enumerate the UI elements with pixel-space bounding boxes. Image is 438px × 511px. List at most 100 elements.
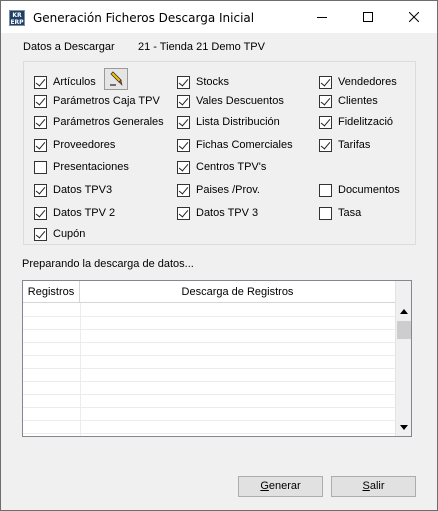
salir-button[interactable]: Salir: [331, 476, 416, 497]
tienda-label: 21 - Tienda 21 Demo TPV: [138, 41, 265, 53]
column-header-registros[interactable]: Registros: [23, 281, 80, 303]
column-divider: [80, 303, 81, 436]
checkbox-box[interactable]: [34, 206, 47, 220]
checkbox-vales-descuentos[interactable]: Vales Descuentos: [177, 93, 284, 109]
grid-row-line: [23, 355, 395, 356]
checkbox-label: Stocks: [196, 76, 230, 88]
title-bar[interactable]: KR ERP Generación Ficheros Descarga Inic…: [1, 1, 437, 33]
column-header-descarga[interactable]: Descarga de Registros: [80, 281, 395, 303]
close-button[interactable]: [391, 1, 437, 33]
checkbox-label: Parámetros Caja TPV: [53, 95, 160, 107]
checkbox-centros-tpv[interactable]: Centros TPV's: [177, 159, 266, 175]
checkbox-proveedores[interactable]: Proveedores: [34, 137, 115, 153]
maximize-icon: [363, 12, 373, 22]
checkbox-documentos[interactable]: Documentos: [319, 182, 400, 198]
checkbox-label: Paises /Prov.: [196, 184, 260, 196]
checkbox-box[interactable]: [34, 160, 47, 174]
scroll-up-button[interactable]: [396, 303, 411, 319]
checkbox-box[interactable]: [34, 94, 47, 108]
salir-mnemonic: S: [362, 480, 370, 492]
checkbox-box[interactable]: [319, 206, 332, 220]
checkbox-clientes[interactable]: Clientes: [319, 93, 378, 109]
status-text: Preparando la descarga de datos...: [22, 258, 194, 270]
checkbox-box[interactable]: [319, 138, 332, 152]
checkbox-box[interactable]: [319, 115, 332, 129]
checkbox-label: Clientes: [338, 95, 378, 107]
checkbox-box[interactable]: [34, 138, 47, 152]
checkbox-tasa[interactable]: Tasa: [319, 205, 361, 221]
checkbox-label: Documentos: [338, 184, 400, 196]
checkbox-label: Presentaciones: [53, 161, 129, 173]
grid-row-line: [23, 381, 395, 382]
checkbox-box[interactable]: [34, 115, 47, 129]
close-icon: [409, 12, 419, 22]
checkbox-label: Proveedores: [53, 139, 116, 151]
checkbox-box[interactable]: [319, 183, 332, 197]
checkbox-parametros-caja-tpv[interactable]: Parámetros Caja TPV: [34, 93, 160, 109]
generar-button[interactable]: Generar: [238, 476, 323, 497]
checkbox-label: Fichas Comerciales: [196, 139, 293, 151]
scroll-down-button[interactable]: [396, 419, 411, 435]
checkbox-tarifas[interactable]: Tarifas: [319, 137, 370, 153]
checkbox-datos-tpv-3[interactable]: Datos TPV 3: [177, 205, 258, 221]
grid-row-line: [23, 316, 395, 317]
checkbox-box[interactable]: [319, 75, 332, 89]
minimize-icon: [317, 17, 327, 18]
checkbox-box[interactable]: [177, 138, 190, 152]
checkbox-box[interactable]: [34, 227, 47, 241]
checkbox-articulos[interactable]: Artículos: [34, 74, 96, 90]
checkbox-presentaciones[interactable]: Presentaciones: [34, 159, 129, 175]
grid-row-line: [23, 368, 395, 369]
checkbox-datos-tpv3[interactable]: Datos TPV3: [34, 182, 112, 198]
minimize-button[interactable]: [299, 1, 345, 33]
checkbox-fichas-comerciales[interactable]: Fichas Comerciales: [177, 137, 293, 153]
checkbox-box[interactable]: [177, 115, 190, 129]
checkbox-stocks[interactable]: Stocks: [177, 74, 229, 90]
checkbox-label: Lista Distribución: [196, 116, 280, 128]
checkbox-box[interactable]: [177, 94, 190, 108]
registros-grid[interactable]: Registros Descarga de Registros: [22, 280, 412, 437]
datos-a-descargar-label: Datos a Descargar: [23, 41, 115, 53]
checkbox-lista-distribucion[interactable]: Lista Distribución: [177, 114, 280, 130]
checkbox-box[interactable]: [319, 94, 332, 108]
grid-row-line: [23, 394, 395, 395]
grid-header: Registros Descarga de Registros: [23, 281, 395, 303]
checkbox-parametros-generales[interactable]: Parámetros Generales: [34, 114, 164, 130]
checkbox-box[interactable]: [177, 160, 190, 174]
scroll-up-icon: [400, 308, 408, 314]
checkbox-cupon[interactable]: Cupón: [34, 226, 85, 242]
checkbox-datos-tpv-2[interactable]: Datos TPV 2: [34, 205, 115, 221]
grid-row-line: [23, 407, 395, 408]
maximize-button[interactable]: [345, 1, 391, 33]
grid-row-line: [23, 342, 395, 343]
generar-mnemonic: G: [260, 480, 269, 492]
edit-articulos-button[interactable]: [104, 68, 128, 90]
checkbox-box[interactable]: [177, 206, 190, 220]
checkbox-label: Centros TPV's: [196, 161, 267, 173]
checkbox-box[interactable]: [34, 75, 47, 89]
vertical-scrollbar[interactable]: [395, 281, 411, 436]
scroll-down-icon: [400, 424, 408, 430]
checkbox-label: Tasa: [338, 207, 362, 219]
grid-row-line: [23, 433, 395, 434]
checkbox-label: Cupón: [53, 228, 86, 240]
checkbox-box[interactable]: [177, 183, 190, 197]
checkbox-label: Tarifas: [338, 139, 371, 151]
window-title: Generación Ficheros Descarga Inicial: [33, 11, 255, 25]
app-logo-text-bottom: ERP: [10, 19, 24, 26]
checkbox-box[interactable]: [34, 183, 47, 197]
checkbox-label: Vendedores: [338, 76, 397, 88]
checkbox-vendedores[interactable]: Vendedores: [319, 74, 397, 90]
dialog-window: KR ERP Generación Ficheros Descarga Inic…: [0, 0, 438, 511]
generar-label: enerar: [268, 480, 301, 492]
checkbox-fidelitzacio[interactable]: Fidelització: [319, 114, 393, 130]
grid-row-line: [23, 329, 395, 330]
checkbox-box[interactable]: [177, 75, 190, 89]
checkbox-label: Datos TPV 2: [53, 207, 116, 219]
scrollbar-thumb[interactable]: [397, 321, 411, 339]
checkbox-label: Parámetros Generales: [53, 116, 164, 128]
checkbox-label: Vales Descuentos: [196, 95, 284, 107]
checkbox-label: Fidelització: [338, 116, 394, 128]
checkbox-paises-prov[interactable]: Paises /Prov.: [177, 182, 260, 198]
checkbox-label: Datos TPV3: [53, 184, 113, 196]
